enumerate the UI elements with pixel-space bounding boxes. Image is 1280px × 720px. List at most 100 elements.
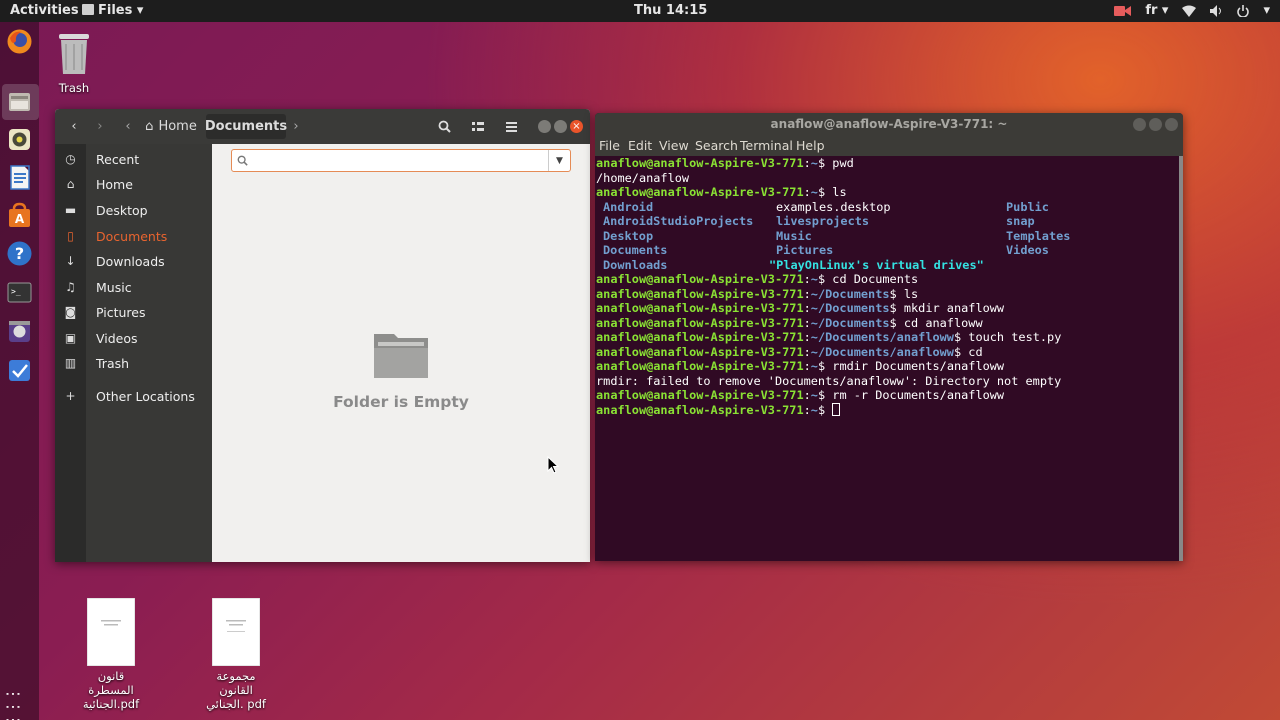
prompt-dollar: $	[817, 272, 833, 286]
terminal-icon[interactable]: >_	[6, 279, 33, 306]
term-close-button[interactable]	[1165, 118, 1178, 131]
prompt-user: anaflow@anaflow-Aspire-V3-771	[596, 388, 804, 402]
terminal-line: anaflow@anaflow-Aspire-V3-771:~$ rm -r D…	[596, 388, 1181, 403]
terminal-output[interactable]: anaflow@anaflow-Aspire-V3-771:~$ pwd/hom…	[596, 156, 1181, 417]
path-scroll-right[interactable]: ›	[289, 114, 303, 139]
volume-icon[interactable]	[1210, 4, 1223, 17]
menu-button[interactable]	[498, 114, 524, 139]
search-options-dropdown[interactable]: ▼	[548, 150, 570, 171]
prompt-user: anaflow@anaflow-Aspire-V3-771	[596, 301, 804, 315]
tasks-icon[interactable]	[6, 357, 33, 384]
show-apps-icon[interactable]: ⋮⋮⋮	[4, 686, 23, 720]
prompt-colon: :	[803, 359, 811, 373]
sidebar-item-downloads[interactable]: ↓ Downloads	[55, 249, 212, 273]
system-tray[interactable]: fr ▾ ▾	[1114, 3, 1270, 18]
command-text: ls	[832, 185, 847, 199]
search-button[interactable]	[432, 114, 456, 139]
terminal-line: /home/anaflow	[596, 171, 1181, 186]
files-icon[interactable]	[6, 88, 33, 115]
prompt-user: anaflow@anaflow-Aspire-V3-771	[596, 185, 804, 199]
activities-button[interactable]: Activities	[10, 3, 79, 18]
ls-entry: Pictures	[776, 243, 834, 257]
maximize-button[interactable]	[554, 120, 567, 133]
ls-entry: Downloads	[603, 257, 668, 272]
prompt-path: ~	[810, 359, 818, 373]
term-maximize-button[interactable]	[1149, 118, 1162, 131]
path-scroll-left[interactable]: ‹	[121, 114, 135, 139]
sidebar-item-documents[interactable]: ▯ Documents	[55, 224, 212, 248]
writer-icon[interactable]	[6, 164, 33, 191]
terminal-titlebar[interactable]: anaflow@anaflow-Aspire-V3-771: ~	[595, 113, 1183, 137]
ls-row: Downloads "PlayOnLinux's virtual drives"	[596, 258, 1181, 273]
minimize-button[interactable]	[538, 120, 551, 133]
ls-entry: Music	[776, 228, 812, 243]
sidebar-item-home[interactable]: ⌂ Home	[55, 172, 212, 196]
power-icon[interactable]	[1237, 4, 1250, 17]
prompt-dollar: $	[953, 330, 969, 344]
desktop-trash[interactable]: Trash	[44, 30, 104, 95]
prompt-colon: :	[803, 286, 811, 301]
help-icon[interactable]: ?	[6, 240, 33, 267]
video-camera-icon[interactable]	[1114, 5, 1132, 17]
terminal-line: anaflow@anaflow-Aspire-V3-771:~/Document…	[596, 287, 1181, 302]
ls-row: Desktop Music Templates	[596, 229, 1181, 244]
prompt-user: anaflow@anaflow-Aspire-V3-771	[596, 344, 804, 359]
term-menu-help[interactable]: Help	[796, 138, 825, 153]
sidebar-item-videos[interactable]: ▣ Videos	[55, 326, 212, 350]
clock-icon: ◷	[65, 152, 76, 166]
sidebar-item-music[interactable]: ♫ Music	[55, 275, 212, 299]
video-icon[interactable]	[6, 318, 33, 345]
sidebar-item-desktop[interactable]: ▬ Desktop	[55, 198, 212, 222]
app-menu[interactable]: Files ▾	[82, 3, 143, 18]
terminal-cursor	[832, 402, 841, 416]
term-menu-terminal[interactable]: Terminal	[740, 138, 793, 153]
desktop-file-1[interactable]: قانون المسطرة الجنائية.pdf	[80, 597, 142, 711]
sidebar-item-label: Recent	[96, 151, 140, 167]
prompt-path: ~/Documents	[810, 301, 890, 315]
sidebar-item-trash[interactable]: ▥ Trash	[55, 351, 212, 375]
term-menu-search[interactable]: Search	[695, 138, 738, 153]
ls-entry: Public	[1006, 199, 1049, 214]
prompt-user: anaflow@anaflow-Aspire-V3-771	[596, 402, 804, 417]
sidebar-item-recent[interactable]: ◷ Recent	[55, 147, 212, 171]
sidebar-item-other-locations[interactable]: + Other Locations	[55, 384, 212, 408]
sidebar-item-label: Documents	[96, 228, 168, 244]
files-sidebar: ◷ Recent ⌂ Home ▬ Desktop ▯ Documents ↓ Downloads…	[55, 144, 212, 562]
forward-button[interactable]: ›	[88, 114, 112, 139]
back-button[interactable]: ‹	[62, 114, 86, 139]
software-icon[interactable]: A	[6, 202, 33, 229]
chevron-left-icon: ‹	[71, 119, 77, 134]
search-input[interactable]: ▼	[231, 149, 571, 172]
chevron-down-icon[interactable]: ▾	[1263, 3, 1270, 18]
firefox-icon[interactable]	[6, 28, 33, 55]
terminal-scrollbar[interactable]	[1179, 156, 1183, 561]
prompt-user: anaflow@anaflow-Aspire-V3-771	[596, 315, 804, 330]
ls-row: Android examples.desktop Public	[596, 200, 1181, 215]
view-toggle-button[interactable]	[465, 114, 491, 139]
sidebar-item-pictures[interactable]: ◙ Pictures	[55, 300, 212, 324]
prompt-path: ~/Documents/anafloww	[810, 330, 954, 344]
term-menu-file[interactable]: File	[599, 138, 620, 153]
term-menu-edit[interactable]: Edit	[628, 138, 652, 153]
search-icon	[438, 120, 451, 133]
close-button[interactable]: ×	[570, 120, 583, 133]
rhythmbox-icon[interactable]	[6, 126, 33, 153]
crumb-documents[interactable]: Documents	[205, 114, 287, 139]
files-content[interactable]: ▼ Folder is Empty	[212, 144, 590, 562]
terminal-title: anaflow@anaflow-Aspire-V3-771: ~	[770, 117, 1008, 131]
ls-row: AndroidStudioProjects livesprojects snap	[596, 214, 1181, 229]
sidebar-item-label: Videos	[96, 330, 138, 346]
clock[interactable]: Thu 14:15	[634, 3, 707, 18]
wifi-icon[interactable]	[1182, 5, 1197, 17]
prompt-dollar: $	[817, 402, 833, 417]
terminal-output-text: rmdir: failed to remove 'Documents/anafl…	[596, 373, 1062, 388]
camera-icon: ◙	[64, 305, 77, 319]
terminal-line: anaflow@anaflow-Aspire-V3-771:~$ ls	[596, 185, 1181, 200]
crumb-home[interactable]: ⌂ Home	[139, 114, 203, 139]
term-minimize-button[interactable]	[1133, 118, 1146, 131]
desktop-file-2[interactable]: مجموعة القانون الجنائي. pdf	[199, 597, 273, 711]
prompt-dollar: $	[817, 185, 833, 199]
pdf-file-icon	[86, 597, 136, 667]
term-menu-view[interactable]: View	[659, 138, 689, 153]
keyboard-layout[interactable]: fr ▾	[1145, 3, 1168, 18]
